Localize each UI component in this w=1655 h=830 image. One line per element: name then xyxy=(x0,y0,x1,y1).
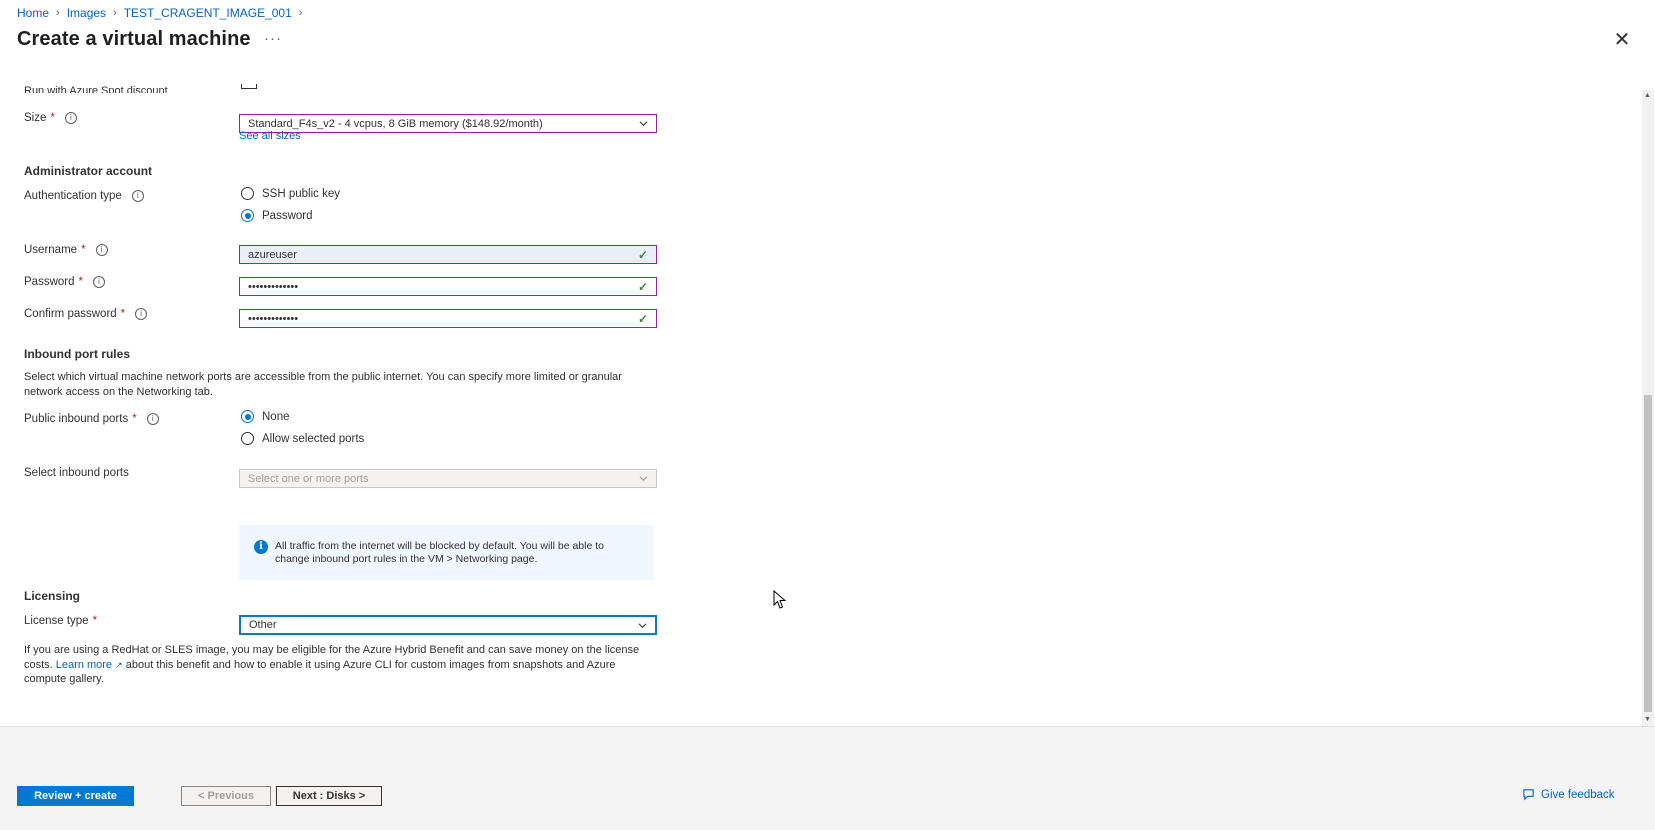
radio-allow-selected-ports[interactable] xyxy=(241,432,254,445)
confirm-password-label-text: Confirm password xyxy=(24,308,117,320)
scrollbar-thumb[interactable] xyxy=(1644,395,1652,712)
see-all-sizes-link[interactable]: See all sizes xyxy=(239,130,301,142)
info-icon[interactable]: i xyxy=(135,308,148,320)
page-title: Create a virtual machine xyxy=(17,28,251,50)
public-inbound-ports-label-text: Public inbound ports xyxy=(24,413,129,425)
licensing-note-text-2: about this benefit and how to enable it … xyxy=(24,658,616,686)
chevron-right-icon: › xyxy=(298,7,303,19)
close-icon[interactable]: ✕ xyxy=(1612,30,1632,50)
confirm-password-input[interactable]: ••••••••••••• ✓ xyxy=(239,309,657,328)
radio-label: SSH public key xyxy=(262,187,340,200)
password-label: Password * i xyxy=(24,276,105,288)
review-create-button[interactable]: Review + create xyxy=(17,786,134,806)
license-type-dropdown[interactable]: Other xyxy=(239,615,657,635)
info-icon[interactable]: i xyxy=(146,413,159,425)
required-marker: * xyxy=(132,413,137,425)
give-feedback-link[interactable]: Give feedback xyxy=(1522,788,1615,801)
confirm-password-label: Confirm password * i xyxy=(24,308,148,320)
public-ports-option-allow[interactable]: Allow selected ports xyxy=(241,432,364,445)
public-ports-option-none[interactable]: None xyxy=(241,410,290,423)
info-circle-icon: i xyxy=(254,540,268,554)
auth-option-ssh[interactable]: SSH public key xyxy=(241,187,340,200)
license-type-label-text: License type xyxy=(24,615,89,627)
administrator-account-heading: Administrator account xyxy=(24,164,153,178)
next-disks-button[interactable]: Next : Disks > xyxy=(276,786,382,806)
info-icon[interactable]: i xyxy=(131,190,144,202)
inbound-ports-dropdown[interactable]: Select one or more ports xyxy=(239,469,657,488)
scroll-down-arrow-icon[interactable]: ▼ xyxy=(1644,716,1651,723)
inbound-description: Select which virtual machine network por… xyxy=(24,371,622,398)
authentication-type-label-text: Authentication type xyxy=(24,190,122,202)
license-type-label: License type * xyxy=(24,615,97,627)
info-icon[interactable]: i xyxy=(95,244,108,256)
password-input[interactable]: ••••••••••••• ✓ xyxy=(239,277,657,296)
required-marker: * xyxy=(92,615,98,627)
required-marker: * xyxy=(78,276,83,288)
radio-none[interactable] xyxy=(241,410,254,423)
username-label: Username * i xyxy=(24,244,108,256)
auth-option-password[interactable]: Password xyxy=(241,209,313,222)
size-dropdown[interactable]: Standard_F4s_v2 - 4 vcpus, 8 GiB memory … xyxy=(239,114,657,133)
previous-button[interactable]: < Previous xyxy=(181,786,271,806)
feedback-icon xyxy=(1523,789,1534,801)
breadcrumb-images[interactable]: Images xyxy=(67,6,106,20)
vertical-scrollbar[interactable]: ▲ ▼ xyxy=(1642,90,1654,726)
username-label-text: Username xyxy=(24,244,78,256)
inbound-port-rules-heading: Inbound port rules xyxy=(24,347,130,361)
required-marker: * xyxy=(120,308,126,320)
license-type-value: Other xyxy=(249,619,277,631)
checkmark-icon: ✓ xyxy=(637,311,648,326)
info-icon[interactable]: i xyxy=(64,112,77,124)
required-marker: * xyxy=(81,244,86,256)
licensing-note: If you are using a RedHat or SLES image,… xyxy=(24,643,644,687)
password-value: ••••••••••••• xyxy=(248,280,299,293)
size-label-text: Size xyxy=(24,112,47,124)
form-content: Run with Azure Spot discount Size * i St… xyxy=(0,80,1640,726)
username-value: azureuser xyxy=(248,248,297,261)
breadcrumb-image[interactable]: TEST_CRAGENT_IMAGE_001 xyxy=(124,6,292,20)
size-value: Standard_F4s_v2 - 4 vcpus, 8 GiB memory … xyxy=(248,117,543,130)
licensing-heading: Licensing xyxy=(24,589,81,603)
required-marker: * xyxy=(50,112,55,124)
info-icon[interactable]: i xyxy=(92,276,105,288)
password-label-text: Password xyxy=(24,276,75,288)
info-banner: i All traffic from the internet will be … xyxy=(239,525,654,580)
checkmark-icon: ✓ xyxy=(637,279,648,294)
chevron-down-icon xyxy=(638,622,647,628)
authentication-type-label: Authentication type i xyxy=(24,190,144,202)
learn-more-link[interactable]: Learn more xyxy=(56,659,112,671)
chevron-down-icon xyxy=(639,476,648,482)
inbound-ports-placeholder: Select one or more ports xyxy=(248,472,369,485)
size-label: Size * i xyxy=(24,112,77,124)
footer-bar: Review + create < Previous Next : Disks … xyxy=(0,726,1655,830)
more-options-icon[interactable]: ··· xyxy=(264,31,282,46)
mouse-pointer-icon xyxy=(773,590,787,609)
external-link-icon: ↗ xyxy=(115,659,123,670)
scroll-up-arrow-icon[interactable]: ▲ xyxy=(1644,92,1651,99)
confirm-password-value: ••••••••••••• xyxy=(248,312,299,325)
chevron-right-icon: › xyxy=(56,7,60,19)
public-inbound-ports-label: Public inbound ports * i xyxy=(24,413,159,425)
select-inbound-ports-label: Select inbound ports xyxy=(24,467,129,479)
select-inbound-ports-label-text: Select inbound ports xyxy=(24,467,129,479)
spot-discount-label: Run with Azure Spot discount xyxy=(24,85,168,93)
radio-label: Allow selected ports xyxy=(262,432,365,445)
info-banner-text: All traffic from the internet will be bl… xyxy=(275,540,604,565)
breadcrumb: Home › Images › TEST_CRAGENT_IMAGE_001 › xyxy=(17,5,302,21)
checkmark-icon: ✓ xyxy=(637,247,648,262)
radio-ssh-public-key[interactable] xyxy=(241,187,254,200)
spot-discount-checkbox[interactable] xyxy=(241,84,257,89)
give-feedback-label: Give feedback xyxy=(1541,788,1615,801)
radio-label: Password xyxy=(262,209,313,222)
username-input[interactable]: azureuser ✓ xyxy=(239,245,657,264)
chevron-down-icon xyxy=(639,121,648,127)
radio-password[interactable] xyxy=(241,209,254,222)
chevron-right-icon: › xyxy=(113,7,117,19)
breadcrumb-home[interactable]: Home xyxy=(17,6,49,20)
radio-label: None xyxy=(262,410,290,423)
